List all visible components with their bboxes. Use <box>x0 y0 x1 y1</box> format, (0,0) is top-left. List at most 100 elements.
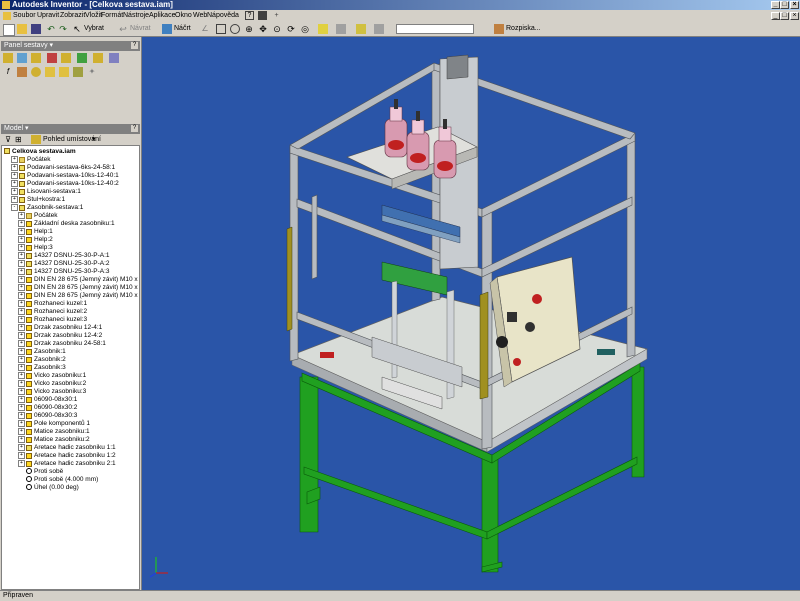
shadow-icon[interactable] <box>336 24 346 34</box>
tree-item[interactable]: + Lisovani-sestava:1 <box>11 188 81 196</box>
menu-upravit[interactable]: Upravit <box>37 10 59 22</box>
tree-item[interactable]: +14327 DSNU-25-30-P-A:3 <box>18 268 110 276</box>
tree-item[interactable]: + Help:1 <box>18 228 53 236</box>
expand-toggle-icon[interactable]: + <box>18 300 25 307</box>
expand-toggle-icon[interactable]: + <box>18 316 25 323</box>
tree-item[interactable]: + Vicko zasobniku:2 <box>18 380 86 388</box>
tree-item[interactable]: + Stul+kostra:1 <box>11 196 65 204</box>
tree-item[interactable]: - Zasobnik-sestava:1 <box>11 204 83 212</box>
tree-item[interactable]: + Pole komponentů 1 <box>18 420 90 428</box>
expand-toggle-icon[interactable]: + <box>18 252 25 259</box>
zoom-selected-icon[interactable]: ⊙ <box>272 24 282 34</box>
panel-help-icon[interactable]: ? <box>131 42 138 49</box>
formula-icon[interactable]: f <box>3 67 13 77</box>
expand-toggle-icon[interactable]: + <box>18 340 25 347</box>
tree-item[interactable]: +14327 DSNU-25-30-P-A:2 <box>18 260 110 268</box>
expand-toggle-icon[interactable]: + <box>18 444 25 451</box>
measure-icon[interactable]: ∠ <box>200 24 210 34</box>
doc-close-button[interactable]: × <box>790 12 799 20</box>
zoom-icon[interactable]: ⊕ <box>244 24 254 34</box>
return-button[interactable]: Návrat <box>130 24 151 34</box>
tree-item[interactable]: + Počátek <box>18 212 58 220</box>
expand-toggle-icon[interactable]: + <box>18 284 25 291</box>
expand-toggle-icon[interactable]: + <box>18 260 25 267</box>
view-dropdown-arrow-icon[interactable]: ▾ <box>92 135 96 145</box>
view-mode-icon[interactable] <box>31 135 41 144</box>
tree-item[interactable]: Proti sobě <box>18 468 63 476</box>
view-icon[interactable]: ⊞ <box>15 135 25 144</box>
tree-item[interactable]: + Podavani-sestava-6ks-24-58:1 <box>11 164 115 172</box>
bom-button[interactable]: Rozpiska... <box>506 24 541 34</box>
menu-zobrazit[interactable]: Zobrazit <box>60 10 85 22</box>
redo-icon[interactable]: ↷ <box>58 24 68 34</box>
expand-toggle-icon[interactable]: + <box>18 236 25 243</box>
section-view-icon[interactable] <box>109 53 119 63</box>
expand-toggle-icon[interactable]: + <box>18 356 25 363</box>
tree-item[interactable]: + Počátek <box>11 156 51 164</box>
expand-toggle-icon[interactable]: + <box>18 220 25 227</box>
menu-vlozit[interactable]: Vložit <box>85 10 102 22</box>
expand-toggle-icon[interactable]: + <box>18 404 25 411</box>
tree-item[interactable]: + Podavani-sestava-10ks-12-40:1 <box>11 172 119 180</box>
new-file-icon[interactable] <box>3 24 15 36</box>
work-axis-icon[interactable] <box>59 67 69 77</box>
panel-header[interactable]: Panel sestavy ▾ ? <box>1 41 140 51</box>
expand-toggle-icon[interactable]: + <box>18 244 25 251</box>
expand-toggle-icon[interactable]: + <box>11 156 18 163</box>
menu-aplikace[interactable]: Aplikace <box>149 10 175 22</box>
expand-toggle-icon[interactable]: + <box>18 388 25 395</box>
expand-toggle-icon[interactable]: + <box>11 188 18 195</box>
create-component-icon[interactable] <box>17 53 27 63</box>
tree-item[interactable]: +06090-08x30:3 <box>18 412 77 420</box>
expand-toggle-icon[interactable]: + <box>18 436 25 443</box>
tree-item[interactable]: + DIN EN 28 675 (Jemný závit) M10 x 1. <box>18 276 139 284</box>
tree-item[interactable]: +14327 DSNU-25-30-P-A:1 <box>18 252 110 260</box>
zoom-window-icon[interactable] <box>230 24 240 34</box>
tree-item[interactable]: + Help:3 <box>18 244 53 252</box>
style-dropdown[interactable] <box>396 24 474 34</box>
constraint-icon[interactable] <box>47 53 57 63</box>
expand-toggle-icon[interactable]: - <box>11 204 18 211</box>
open-file-icon[interactable] <box>17 24 27 34</box>
expand-toggle-icon[interactable]: + <box>11 172 18 179</box>
menu-napoveda[interactable]: Nápověda <box>207 10 239 22</box>
expand-toggle-icon[interactable]: + <box>18 292 25 299</box>
close-button[interactable]: × <box>790 1 799 9</box>
save-icon[interactable] <box>258 11 267 20</box>
tree-item[interactable]: + Matice zasobniku:2 <box>18 436 90 444</box>
tree-item[interactable]: + Rozhaneci kuzel:1 <box>18 300 87 308</box>
expand-toggle-icon[interactable]: + <box>18 324 25 331</box>
expand-toggle-icon[interactable]: + <box>11 180 18 187</box>
menu-soubor[interactable]: Soubor <box>13 10 36 22</box>
save-file-icon[interactable] <box>31 24 41 34</box>
tree-item[interactable]: +06090-08x30:2 <box>18 404 77 412</box>
select-arrow-icon[interactable]: ↖ <box>72 24 82 34</box>
return-icon[interactable]: ↩ <box>118 24 128 34</box>
tree-item[interactable]: + DIN EN 28 675 (Jemný závit) M10 x 1. <box>18 292 139 300</box>
menu-nastroje[interactable]: Nástroje <box>123 10 149 22</box>
minimize-button[interactable]: _ <box>771 1 780 9</box>
pattern-component-icon[interactable] <box>31 53 41 63</box>
tree-item[interactable]: + Základní deska zasobniku:1 <box>18 220 115 228</box>
display-mode-icon[interactable] <box>318 24 328 34</box>
tree-item[interactable]: + Drzak zasobniku 24-58:1 <box>18 340 106 348</box>
menu-web[interactable]: Web <box>193 10 207 22</box>
grid-icon[interactable] <box>17 67 27 77</box>
expand-toggle-icon[interactable]: + <box>18 348 25 355</box>
expand-toggle-icon[interactable]: + <box>18 460 25 467</box>
replace-component-icon[interactable] <box>61 53 71 63</box>
tree-item[interactable]: + Matice zasobniku:1 <box>18 428 90 436</box>
look-at-icon[interactable]: ◎ <box>300 24 310 34</box>
expand-toggle-icon[interactable]: + <box>18 228 25 235</box>
place-component-icon[interactable] <box>3 53 13 63</box>
expand-toggle-icon[interactable]: + <box>18 380 25 387</box>
tree-item[interactable]: Proti sobě (4.000 mm) <box>18 476 98 484</box>
expand-toggle-icon[interactable]: + <box>18 268 25 275</box>
disabled-tool-icon[interactable]: ✦ <box>87 67 97 77</box>
expand-toggle-icon[interactable]: + <box>18 412 25 419</box>
pan-icon[interactable]: + <box>272 11 281 20</box>
tree-item[interactable]: + Podavani-sestava-10ks-12-40:2 <box>11 180 119 188</box>
expand-toggle-icon[interactable]: + <box>18 428 25 435</box>
expand-toggle-icon[interactable]: + <box>18 364 25 371</box>
expand-toggle-icon[interactable]: + <box>18 372 25 379</box>
